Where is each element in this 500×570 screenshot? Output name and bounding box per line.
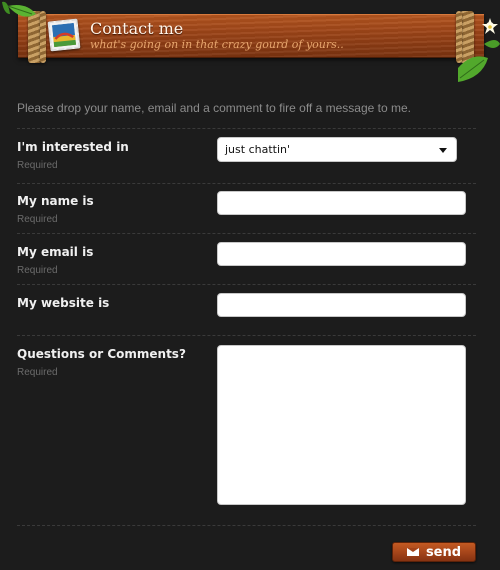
send-button[interactable]: send (392, 542, 476, 562)
divider (17, 284, 476, 285)
email-required: Required (17, 265, 58, 276)
divider (17, 335, 476, 336)
comments-textarea[interactable] (217, 345, 466, 505)
comments-label: Questions or Comments? (17, 347, 186, 361)
comments-required: Required (17, 367, 58, 378)
website-label: My website is (17, 296, 110, 310)
page-subtitle: what's going on in that crazy gourd of y… (90, 38, 344, 51)
email-label: My email is (17, 245, 94, 259)
divider (17, 183, 476, 184)
email-field[interactable] (217, 242, 466, 266)
interest-select[interactable]: just chattin' (217, 137, 457, 162)
name-required: Required (17, 214, 58, 225)
name-label: My name is (17, 194, 94, 208)
name-field[interactable] (217, 191, 466, 215)
page-title: Contact me (90, 19, 184, 38)
header-banner (18, 11, 484, 63)
interest-label: I'm interested in (17, 140, 129, 154)
interest-selected-value: just chattin' (225, 143, 291, 156)
dropdown-arrow-icon (439, 148, 447, 153)
postage-stamp-icon (47, 18, 81, 52)
interest-required: Required (17, 160, 58, 171)
divider (17, 525, 476, 526)
intro-text: Please drop your name, email and a comme… (17, 101, 411, 115)
send-button-label: send (425, 544, 462, 560)
leaf-decoration-right (458, 18, 500, 82)
divider (17, 128, 476, 129)
leaf-decoration-left (2, 1, 36, 17)
envelope-icon (406, 548, 419, 556)
website-field[interactable] (217, 293, 466, 317)
divider (17, 233, 476, 234)
